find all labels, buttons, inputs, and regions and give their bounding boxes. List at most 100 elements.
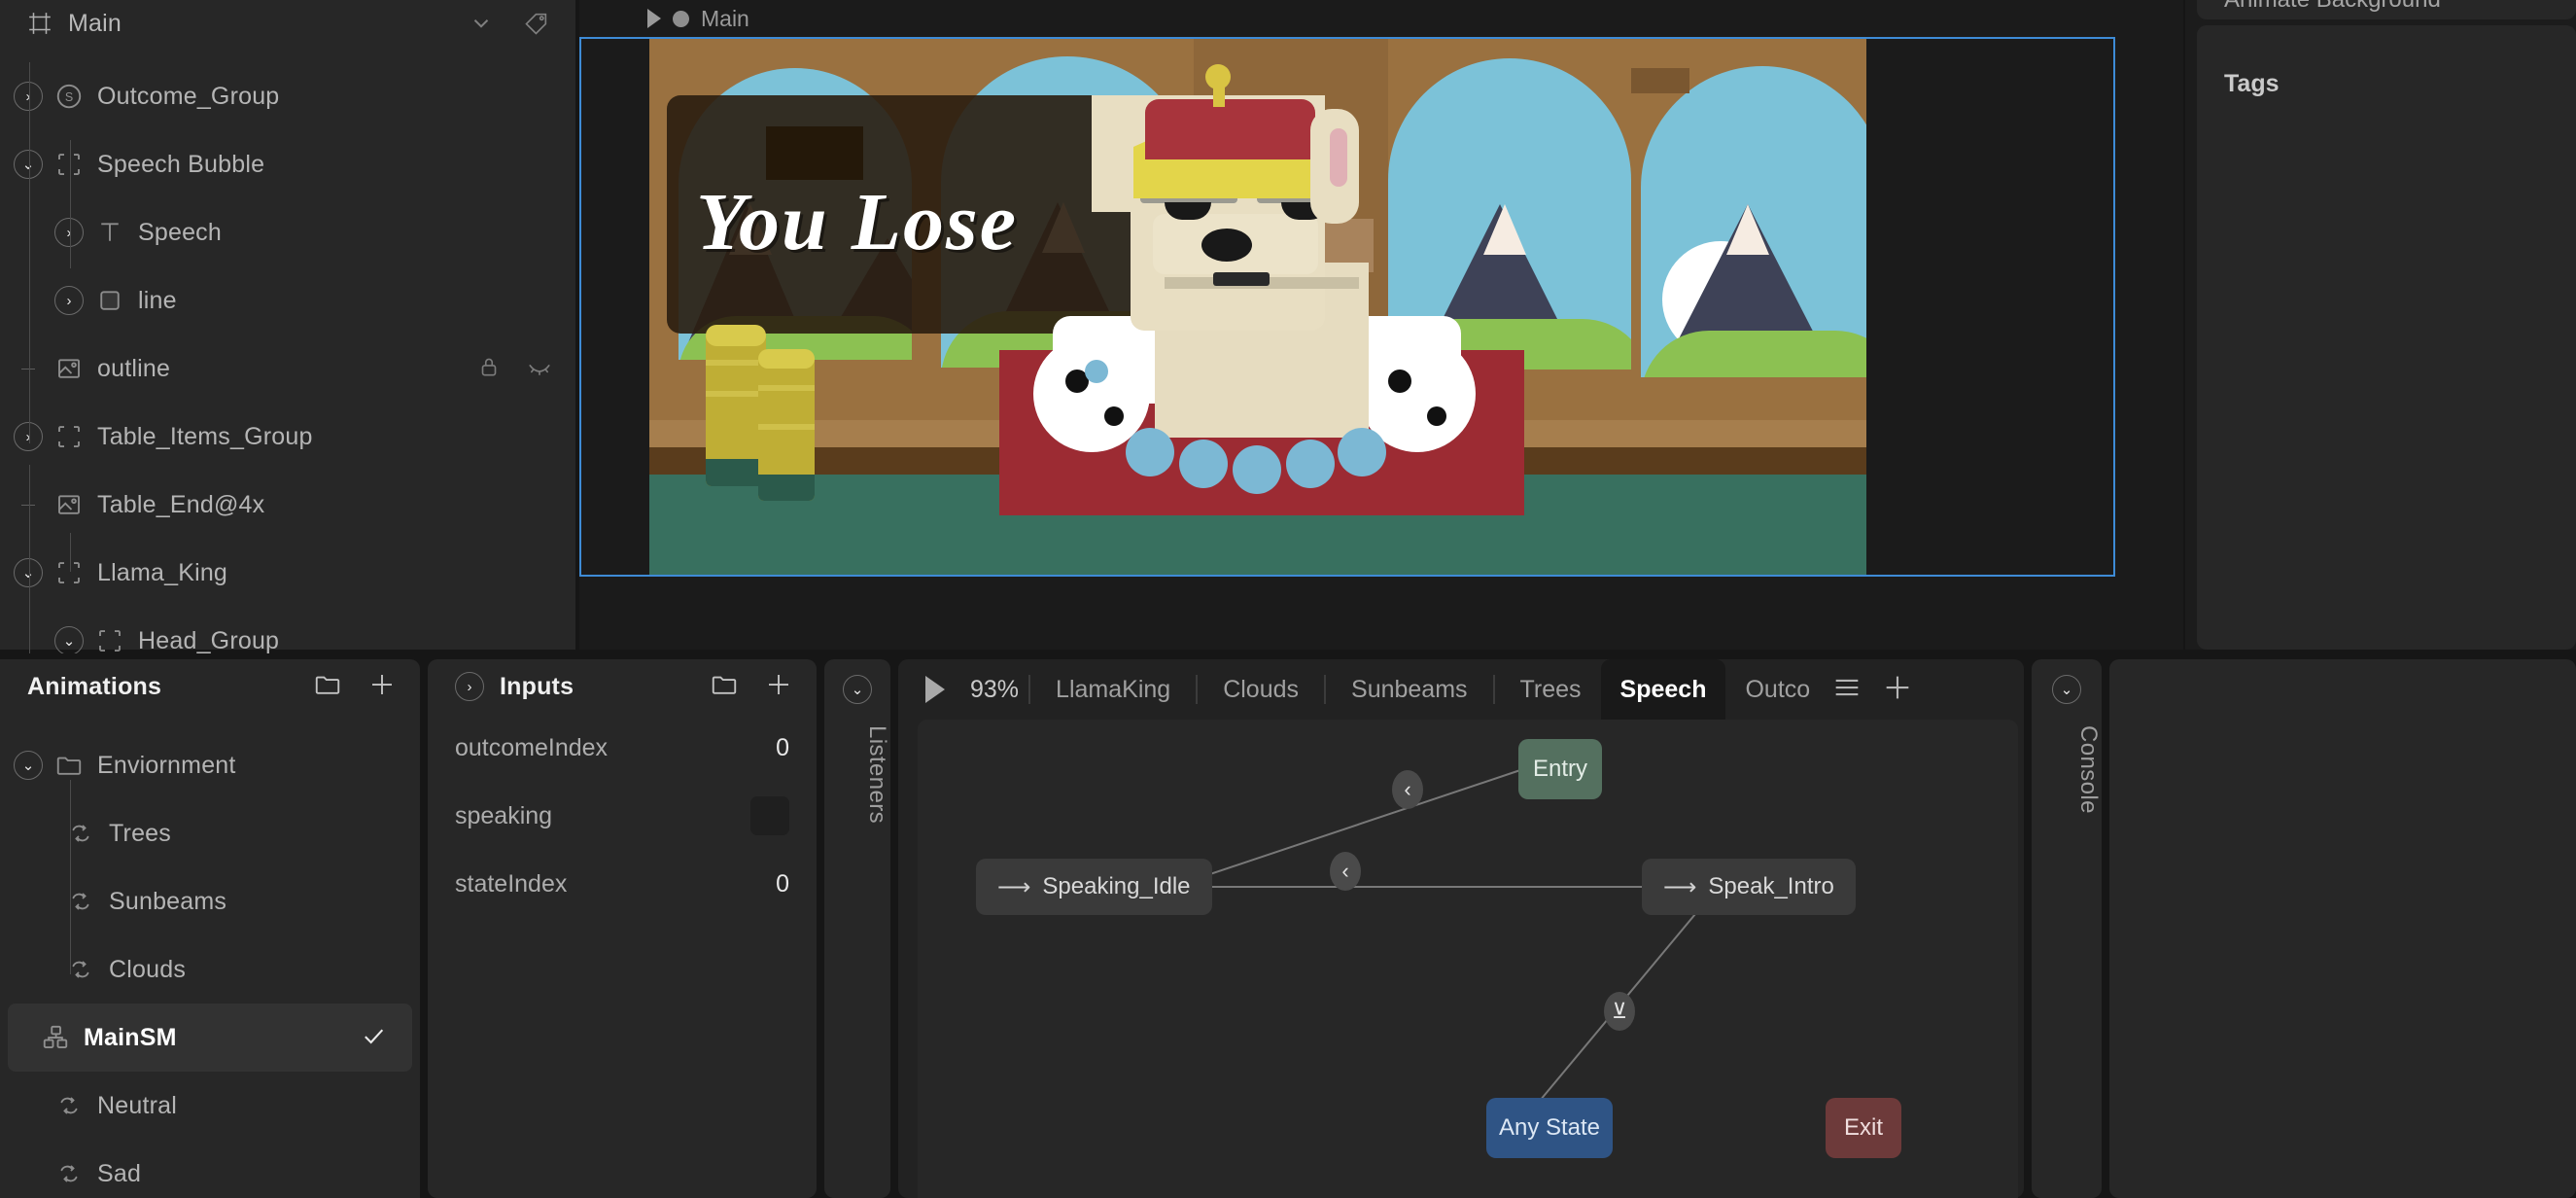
state-node-speaking_idle[interactable]: ⟶ Speaking_Idle bbox=[976, 859, 1212, 915]
chevron-right-icon[interactable]: › bbox=[455, 672, 484, 701]
hierarchy-node-label: outline bbox=[97, 354, 171, 382]
console-panel[interactable]: ⌄ Console bbox=[2032, 659, 2102, 1198]
animation-item[interactable]: Clouds bbox=[0, 935, 420, 1004]
artboard-selection-box[interactable]: You Lose bbox=[579, 37, 2115, 577]
tree-connector bbox=[29, 465, 30, 685]
group-icon bbox=[54, 558, 84, 587]
tag-icon[interactable] bbox=[523, 10, 550, 37]
bottom-dock: Animations Speaking_Idle ⌄EnviornmentTre bbox=[0, 653, 2576, 1198]
animate-background-row[interactable]: Animate Background bbox=[2197, 0, 2576, 19]
image-icon bbox=[54, 354, 84, 383]
state-machine-tab-speech[interactable]: Speech bbox=[1600, 659, 1726, 720]
state-node-exit[interactable]: Exit bbox=[1826, 1098, 1901, 1158]
input-name: speaking bbox=[455, 801, 553, 829]
hierarchy-node[interactable]: Table_End@4x bbox=[0, 471, 575, 539]
tree-connector bbox=[29, 62, 30, 327]
plus-icon[interactable] bbox=[764, 670, 793, 704]
chevron-right-icon[interactable]: › bbox=[54, 218, 84, 247]
statemachine-icon bbox=[41, 1023, 70, 1052]
hierarchy-node[interactable]: › S Outcome_Group bbox=[0, 62, 575, 130]
tree-branch-line bbox=[14, 368, 43, 370]
hierarchy-node-label: line bbox=[138, 286, 177, 314]
state-machine-tab-clouds[interactable]: Clouds bbox=[1203, 659, 1318, 720]
loop-icon bbox=[54, 1159, 84, 1188]
chevron-down-icon[interactable]: ⌄ bbox=[54, 626, 84, 655]
new-folder-icon[interactable] bbox=[313, 670, 342, 704]
input-name: outcomeIndex bbox=[455, 733, 609, 761]
hierarchy-node-label: Head_Group bbox=[138, 626, 280, 654]
artboard-name-row: Main bbox=[579, 0, 2183, 37]
tree-connector bbox=[70, 140, 71, 268]
play-icon[interactable] bbox=[647, 9, 661, 28]
input-checkbox[interactable] bbox=[750, 796, 789, 835]
hierarchy-node[interactable]: ⌄ Speech Bubble bbox=[0, 130, 575, 198]
chevron-right-icon[interactable]: › bbox=[54, 286, 84, 315]
animation-item[interactable]: MainSM bbox=[8, 1004, 412, 1072]
chevron-down-icon[interactable]: ⌄ bbox=[843, 675, 872, 704]
hidden-eye-icon[interactable] bbox=[527, 354, 552, 384]
hierarchy-node[interactable]: ⌄ Llama_King bbox=[0, 539, 575, 607]
lock-icon[interactable] bbox=[476, 354, 502, 384]
hierarchy-node[interactable]: outline bbox=[0, 335, 575, 403]
canvas-stage[interactable]: Main You Lose bbox=[579, 0, 2183, 650]
animation-item[interactable]: ⌄ Enviornment bbox=[0, 731, 420, 799]
transition-arrow-icon: ⟶ bbox=[1663, 873, 1697, 900]
chevron-down-icon[interactable]: ⌄ bbox=[2052, 675, 2081, 704]
input-value[interactable]: 0 bbox=[776, 734, 789, 762]
animation-item[interactable]: Sunbeams bbox=[0, 867, 420, 935]
list-menu-icon[interactable] bbox=[1813, 671, 1863, 709]
transition-marker[interactable]: ⊻ bbox=[1604, 992, 1635, 1031]
state-node-label: Entry bbox=[1532, 756, 1587, 782]
transition-marker[interactable]: ‹ bbox=[1330, 852, 1361, 891]
chevron-right-icon[interactable]: › bbox=[14, 82, 43, 111]
state-machine-tab-trees[interactable]: Trees bbox=[1501, 659, 1601, 720]
new-folder-icon[interactable] bbox=[710, 670, 739, 704]
input-value[interactable]: 0 bbox=[776, 870, 789, 898]
animations-title: Animations bbox=[27, 672, 162, 700]
loop-icon bbox=[54, 1091, 84, 1120]
chevron-down-icon[interactable]: ⌄ bbox=[14, 751, 43, 780]
hierarchy-node-label: Llama_King bbox=[97, 558, 228, 586]
input-row[interactable]: speaking bbox=[428, 782, 817, 850]
hierarchy-node[interactable]: › line bbox=[0, 266, 575, 335]
chevron-down-icon[interactable]: ⌄ bbox=[14, 150, 43, 179]
state-machine-tab-sunbeams[interactable]: Sunbeams bbox=[1332, 659, 1487, 720]
animation-item-label: Sunbeams bbox=[109, 887, 227, 915]
chevron-down-icon[interactable]: ⌄ bbox=[14, 558, 43, 587]
zoom-level[interactable]: 93% bbox=[970, 676, 1019, 704]
state-machine-panel: 93% LlamaKing Clouds Sunbeams Trees Speech Ou… bbox=[898, 659, 2024, 1198]
animations-header: Animations bbox=[0, 659, 420, 714]
state-node-entry[interactable]: Entry bbox=[1518, 739, 1602, 799]
animation-item[interactable]: Neutral bbox=[0, 1072, 420, 1140]
shape-icon bbox=[95, 286, 124, 315]
state-node-label: Any State bbox=[1498, 1114, 1601, 1141]
state-node-any_state[interactable]: Any State bbox=[1486, 1098, 1613, 1158]
chevron-right-icon[interactable]: › bbox=[14, 422, 43, 451]
animation-item[interactable]: Sad bbox=[0, 1140, 420, 1198]
artwork-text: You Lose bbox=[696, 177, 1018, 267]
state-node-speak_intro[interactable]: ⟶ Speak_Intro bbox=[1642, 859, 1856, 915]
state-machine-toolbar: 93% LlamaKing Clouds Sunbeams Trees Speech Ou… bbox=[898, 659, 2024, 720]
state-machine-tab-outcome[interactable]: Outcome bbox=[1725, 659, 1811, 720]
listeners-panel[interactable]: ⌄ Listeners bbox=[824, 659, 890, 1198]
input-row[interactable]: stateIndex 0 bbox=[428, 850, 817, 918]
transition-marker[interactable]: ‹ bbox=[1392, 770, 1423, 809]
plus-icon[interactable] bbox=[367, 670, 397, 704]
animation-item-label: Neutral bbox=[97, 1091, 177, 1119]
group-icon bbox=[54, 422, 84, 451]
animation-item[interactable]: Trees bbox=[0, 799, 420, 867]
tree-connector bbox=[70, 780, 71, 974]
divider bbox=[1196, 675, 1199, 704]
artboard-icon bbox=[27, 11, 52, 36]
state-machine-tab-llamaking[interactable]: LlamaKing bbox=[1036, 659, 1190, 720]
console-label: Console bbox=[2075, 725, 2102, 814]
plus-icon[interactable] bbox=[1863, 671, 1914, 709]
animation-clipped-item[interactable]: Speaking_Idle bbox=[0, 714, 420, 731]
hierarchy-node[interactable]: › Speech bbox=[0, 198, 575, 266]
play-icon[interactable] bbox=[925, 676, 945, 703]
divider bbox=[1492, 675, 1495, 704]
chevron-down-icon[interactable] bbox=[469, 11, 494, 36]
input-row[interactable]: outcomeIndex 0 bbox=[428, 714, 817, 782]
hierarchy-node[interactable]: › Table_Items_Group bbox=[0, 403, 575, 471]
state-machine-graph[interactable]: Entry ⟶ Speaking_Idle ⟶ Speak_Intro Any State… bbox=[918, 720, 2018, 1198]
